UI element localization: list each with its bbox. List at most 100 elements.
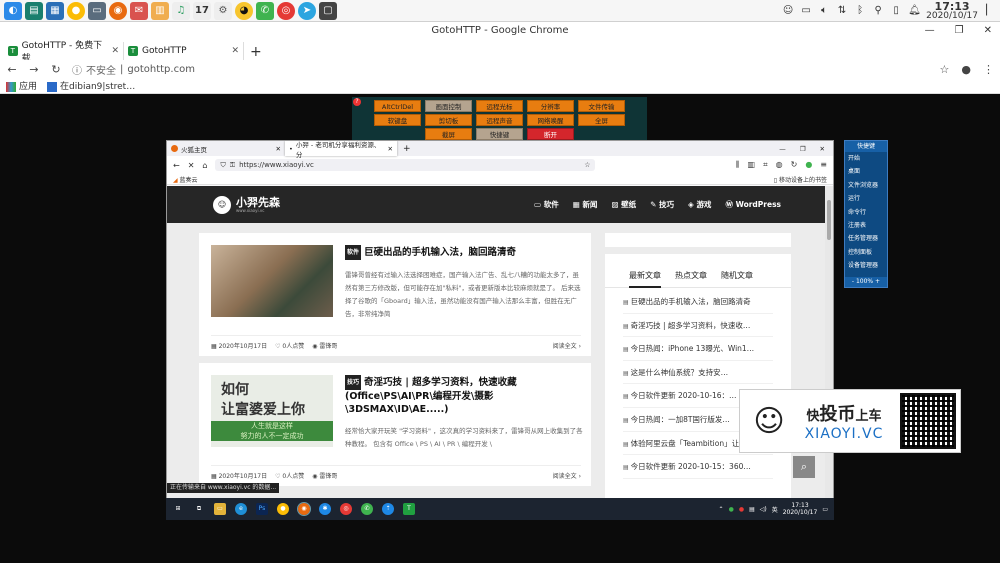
post-card[interactable]: 如何 让富婆爱上你 人生就是这样 努力的人不一定成功 技巧 奇淫巧技 | 超多学习…	[199, 363, 591, 486]
shortcut-task-manager[interactable]: 任务管理器	[845, 232, 887, 245]
list-item[interactable]: 今日热闻：iPhone 13曝光、Win1…	[623, 337, 773, 361]
new-tab-button[interactable]: +	[244, 44, 268, 60]
shortcut-start[interactable]: 开始	[845, 152, 887, 165]
shortcut-registry[interactable]: 注册表	[845, 219, 887, 232]
minimize-icon[interactable]: —	[925, 22, 935, 40]
scrollbar-thumb[interactable]	[827, 200, 831, 240]
firefox-icon[interactable]: ◉	[297, 502, 311, 516]
volume-icon[interactable]: ◁)	[760, 506, 767, 513]
firefox-address-bar[interactable]: ⛉ ⚿ https://www.xiaoyi.vc ☆	[215, 159, 596, 171]
os-clock[interactable]: 17:13 2020/10/17	[926, 1, 978, 21]
netease-music-icon[interactable]: ◎	[277, 1, 295, 20]
remote-sound-button[interactable]: 远程声音	[476, 114, 523, 126]
home-icon[interactable]: ⌂	[202, 161, 207, 170]
desktop-corner-icon[interactable]: ▏	[984, 5, 996, 17]
read-more-link[interactable]: 阅读全文 ›	[553, 341, 581, 350]
upload-icon[interactable]: ⇡	[382, 503, 394, 515]
chevron-up-icon[interactable]: ⌃	[719, 506, 724, 513]
menu-icon[interactable]: ≡	[820, 160, 827, 170]
like-icon[interactable]: ♡ 0人点赞	[275, 341, 304, 350]
altctrldel-button[interactable]: AltCtrlDel	[374, 100, 421, 112]
remote-clock[interactable]: 17:13 2020/10/17	[783, 502, 818, 516]
restore-icon[interactable]: ❐	[955, 22, 964, 40]
network-icon[interactable]: ⇅	[836, 5, 848, 17]
list-item[interactable]: 这是什么神仙系统？支持安…	[623, 361, 773, 385]
tab-close-icon[interactable]: ✕	[231, 46, 239, 56]
xiaoyi-overlay-banner[interactable]: ☺ 快投币上车 XIAOYI.VC	[739, 389, 961, 453]
edge-icon[interactable]: e	[235, 503, 247, 515]
windows-start-icon[interactable]: ⊞	[172, 503, 184, 515]
help-badge-icon[interactable]: ?	[353, 98, 361, 106]
sidebar-icon[interactable]: ▥	[748, 160, 756, 170]
soft-keyboard-button[interactable]: 软键盘	[374, 114, 421, 126]
app-star-icon[interactable]: ✱	[319, 503, 331, 515]
reload-icon[interactable]: ↻	[50, 63, 62, 76]
file-explorer-icon[interactable]: ▭	[214, 503, 226, 515]
menu-software[interactable]: ▭ 软件	[534, 199, 559, 210]
restore-icon[interactable]: ❐	[800, 145, 806, 153]
telegram-icon[interactable]: ➤	[298, 1, 316, 20]
mail-icon[interactable]: ✉	[130, 1, 148, 20]
post-card[interactable]: 软件 巨硬出品的手机输入法，脑回路清奇 雷锋哥曾经有过输入法选择困难症，国产输入法…	[199, 233, 591, 356]
back-icon[interactable]: ←	[173, 161, 180, 170]
bookmark-dibian[interactable]: 在dibian9|stret…	[47, 79, 135, 92]
menu-tips[interactable]: ✎ 技巧	[650, 199, 674, 210]
ime-indicator[interactable]: 英	[772, 505, 778, 514]
wake-on-lan-button[interactable]: 网络唤醒	[527, 114, 574, 126]
terminal-icon[interactable]: ▤	[25, 1, 43, 20]
tab-close-icon[interactable]: ✕	[111, 46, 119, 56]
url-text[interactable]: https://www.xiaoyi.vc	[239, 161, 314, 169]
close-icon[interactable]: ✕	[820, 145, 825, 153]
url-text[interactable]: gotohttp.com	[127, 64, 195, 75]
list-item[interactable]: 奇淫巧技 | 超多学习资料，快速收…	[623, 314, 773, 338]
search-icon[interactable]: ⌕	[793, 456, 815, 478]
tab-close-icon[interactable]: ✕	[276, 145, 281, 153]
gotohttp-icon[interactable]: T	[403, 503, 415, 515]
shortcut-desktop[interactable]: 桌面	[845, 165, 887, 178]
list-item[interactable]: 今日软件更新 2020-10-15：360…	[623, 455, 773, 479]
post-thumbnail[interactable]: 如何 让富婆爱上你 人生就是这样 努力的人不一定成功	[211, 375, 333, 447]
bluetooth-icon[interactable]: ᛒ	[854, 5, 866, 17]
shortcut-cmd[interactable]: 命令行	[845, 206, 887, 219]
tab-hot[interactable]: 热点文章	[675, 270, 707, 287]
file-transfer-button[interactable]: 文件传输	[578, 100, 625, 112]
site-logo[interactable]: ☺ 小羿先森 www.xiaoyi.vc	[213, 195, 280, 214]
wechat-ext-icon[interactable]: ●	[805, 160, 812, 170]
notification-icon[interactable]: 🔔︎	[908, 5, 921, 17]
library-icon[interactable]: ⫼	[736, 160, 740, 170]
menu-news[interactable]: ▦ 新闻	[573, 199, 598, 210]
post-thumbnail[interactable]	[211, 245, 333, 317]
volume-icon[interactable]: 🔈︎	[818, 5, 830, 17]
author-icon[interactable]: ◉ 雷锋哥	[312, 341, 337, 350]
notification-icon[interactable]: ▭	[822, 506, 828, 513]
firefox-tab-home[interactable]: 火狐主页 ✕	[167, 141, 285, 156]
author-icon[interactable]: ◉ 雷锋哥	[312, 471, 337, 480]
tab-latest[interactable]: 最新文章	[629, 270, 661, 288]
shortcut-control-panel[interactable]: 控制面板	[845, 246, 887, 259]
menu-games[interactable]: ◈ 游戏	[688, 199, 711, 210]
screenshot-icon[interactable]: ⌗	[763, 160, 768, 170]
chrome-icon[interactable]: ●	[277, 503, 289, 515]
menu-wordpress[interactable]: Ⓦ WordPress	[725, 199, 781, 210]
shortcut-run[interactable]: 运行	[845, 192, 887, 205]
file-manager-icon[interactable]: ▦	[46, 1, 64, 20]
network-icon[interactable]: ▤	[749, 506, 755, 513]
wechat-icon[interactable]: ✆	[361, 503, 373, 515]
new-tab-button[interactable]: +	[397, 144, 417, 154]
firefox-tab-xiaoyi[interactable]: • 小羿 - 老司机分享福利资源、分 ✕	[285, 141, 397, 159]
menu-wallpaper[interactable]: ▨ 壁纸	[611, 199, 636, 210]
zoom-control[interactable]: - 100% +	[845, 277, 887, 287]
close-icon[interactable]: ✕	[984, 22, 992, 40]
window-switch-icon[interactable]: ▭	[88, 1, 106, 20]
fullscreen-button[interactable]: 全屏	[578, 114, 625, 126]
tab-random[interactable]: 随机文章	[721, 270, 753, 287]
chrome-icon[interactable]: ●	[67, 1, 85, 20]
address-bar[interactable]: ⓘ 不安全 | gotohttp.com	[72, 62, 195, 77]
info-icon[interactable]: ⓘ	[72, 62, 82, 77]
shortcut-file-explorer[interactable]: 文件浏览器	[845, 179, 887, 192]
music-icon[interactable]: ♫	[172, 1, 190, 20]
stop-icon[interactable]: ✕	[188, 161, 195, 170]
shortcut-button[interactable]: 快捷键	[476, 128, 523, 140]
profile-icon[interactable]: ●	[961, 63, 971, 76]
shortcut-device-manager[interactable]: 设备管理器	[845, 259, 887, 272]
